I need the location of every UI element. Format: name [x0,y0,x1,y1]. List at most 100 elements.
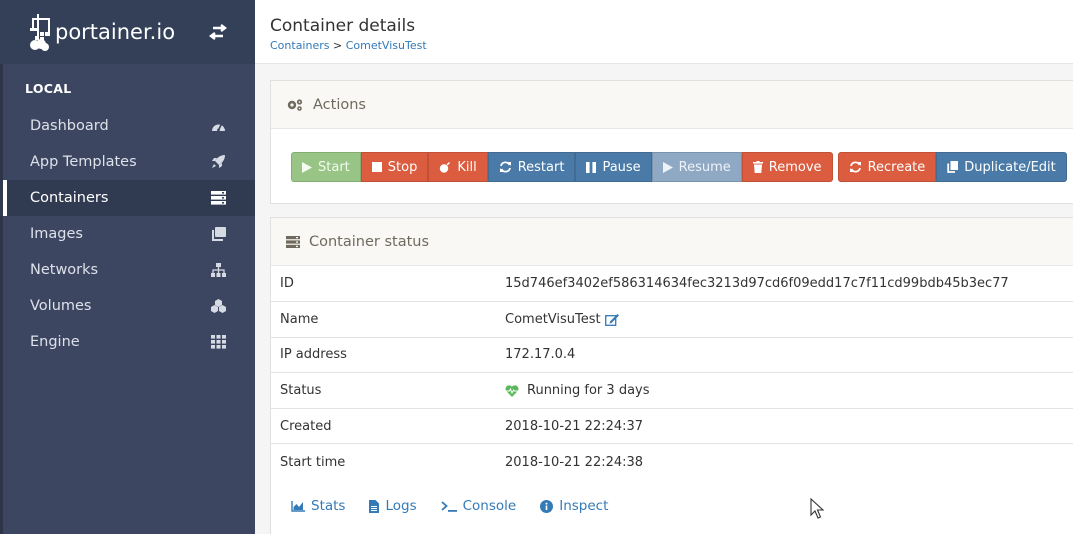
console-link-label: Console [462,498,517,514]
sidebar-item-app-templates[interactable]: App Templates [0,144,255,180]
trash-icon [752,161,763,173]
sidebar-item-images[interactable]: Images [0,216,255,252]
logs-link[interactable]: Logs [369,498,417,514]
mouse-cursor-icon [810,498,824,519]
cogs-icon [287,98,303,111]
row-key: Status [271,372,497,409]
row-key: Name [271,301,497,338]
breadcrumb-current-link[interactable]: CometVisuTest [346,39,427,52]
sidebar-item-networks[interactable]: Networks [0,252,255,288]
start-button-label: Start [318,159,350,175]
container-name-cell: CometVisuTest [497,301,1073,338]
start-time-value: 2018-10-21 22:24:38 [497,443,1073,480]
refresh-icon [849,161,861,173]
remove-button-label: Remove [768,159,822,175]
breadcrumb-separator: > [333,39,343,52]
status-value: Running for 3 days [527,383,650,399]
copy-icon [947,161,959,173]
state-button-group: Start Stop Kill Restart Pause Resume Rem… [291,152,833,182]
server-icon [211,191,226,205]
stats-link-label: Stats [311,498,346,514]
container-name-value: CometVisuTest [505,311,601,327]
dashboard-icon [212,123,225,132]
breadcrumb-containers-link[interactable]: Containers [270,39,330,52]
recreate-button-group: Recreate Duplicate/Edit [837,152,1067,182]
restart-button-label: Restart [517,159,565,175]
sidebar-item-label: Networks [30,262,99,278]
pause-icon [586,161,597,173]
sidebar-item-label: Dashboard [30,118,109,134]
remove-button[interactable]: Remove [741,152,833,182]
terminal-icon [441,500,457,512]
server-icon [286,235,300,248]
inspect-link-label: Inspect [559,498,609,514]
container-status-panel: Container status ID 15d746ef3402ef586314… [270,217,1073,534]
table-row: IP address 172.17.0.4 [271,336,1073,373]
restart-button[interactable]: Restart [487,152,576,182]
sidebar-item-label: App Templates [30,154,137,170]
container-state-cell: Running for 3 days [497,372,1073,409]
rocket-icon [212,155,225,168]
row-key: IP address [271,336,497,373]
portainer-logo-icon [30,14,50,51]
start-button[interactable]: Start [291,152,361,182]
recreate-button[interactable]: Recreate [837,152,937,182]
table-row: Name CometVisuTest [271,301,1073,338]
refresh-icon [499,161,511,173]
portainer-logo[interactable]: portainer.io [28,12,175,52]
stop-icon [371,162,382,172]
inspect-link[interactable]: Inspect [540,498,608,514]
container-links: Stats Logs Console Inspect [291,498,632,514]
row-key: ID [280,276,294,292]
duplicate-edit-button[interactable]: Duplicate/Edit [936,152,1067,182]
info-circle-icon [540,499,554,513]
actions-panel-title: Actions [313,96,366,113]
play-icon [302,161,312,173]
sidebar-nav: Dashboard App Templates Containers Image… [0,108,255,360]
duplicate-edit-button-label: Duplicate/Edit [964,159,1056,175]
sidebar-item-label: Engine [30,334,80,350]
resume-button[interactable]: Resume [651,152,742,182]
container-status-panel-title: Container status [309,233,430,250]
table-row: Created 2018-10-21 22:24:37 [271,407,1073,444]
sidebar-item-volumes[interactable]: Volumes [0,288,255,324]
edit-icon[interactable] [604,313,620,326]
file-text-icon [369,499,380,513]
exchange-icon[interactable] [209,24,227,40]
resume-button-label: Resume [678,159,731,175]
pause-button-label: Pause [602,159,641,175]
actions-panel: Actions Start Stop Kill Restart Pause Re… [270,80,1073,204]
page-title: Container details [270,16,416,36]
table-row: ID 15d746ef3402ef586314634fec3213d97cd6f… [271,266,1073,302]
sidebar: portainer.io LOCAL Dashboard App Templat… [0,0,255,534]
logs-link-label: Logs [385,498,417,514]
area-chart-icon [291,500,305,512]
stop-button-label: Stop [387,159,418,175]
pause-button[interactable]: Pause [575,152,652,182]
sidebar-item-label: Volumes [30,298,92,314]
actions-panel-header: Actions [271,81,1073,129]
row-key: Created [271,407,497,444]
th-icon [211,335,226,349]
sidebar-item-dashboard[interactable]: Dashboard [0,108,255,144]
sidebar-item-label: Containers [30,190,109,206]
brand-name: portainer.io [55,20,176,44]
sidebar-section-title: LOCAL [25,81,72,96]
created-value: 2018-10-21 22:24:37 [497,407,1073,444]
table-row: Status Running for 3 days [271,372,1073,409]
heartbeat-icon [505,384,519,397]
kill-button-label: Kill [457,159,477,175]
stop-button[interactable]: Stop [360,152,429,182]
sidebar-item-engine[interactable]: Engine [0,324,255,360]
actions-button-row: Start Stop Kill Restart Pause Resume Rem… [291,152,1072,182]
sitemap-icon [211,263,226,277]
container-id-value: 15d746ef3402ef586314634fec3213d97cd6f09e… [505,276,1009,292]
container-status-panel-header: Container status [271,218,1073,266]
console-link[interactable]: Console [441,498,517,514]
kill-button[interactable]: Kill [428,152,488,182]
play-icon [662,161,673,173]
stats-link[interactable]: Stats [291,498,345,514]
page-header: Container details Containers > CometVisu… [255,0,1073,64]
container-status-table: ID 15d746ef3402ef586314634fec3213d97cd6f… [271,266,1073,480]
sidebar-item-containers[interactable]: Containers [0,180,255,216]
